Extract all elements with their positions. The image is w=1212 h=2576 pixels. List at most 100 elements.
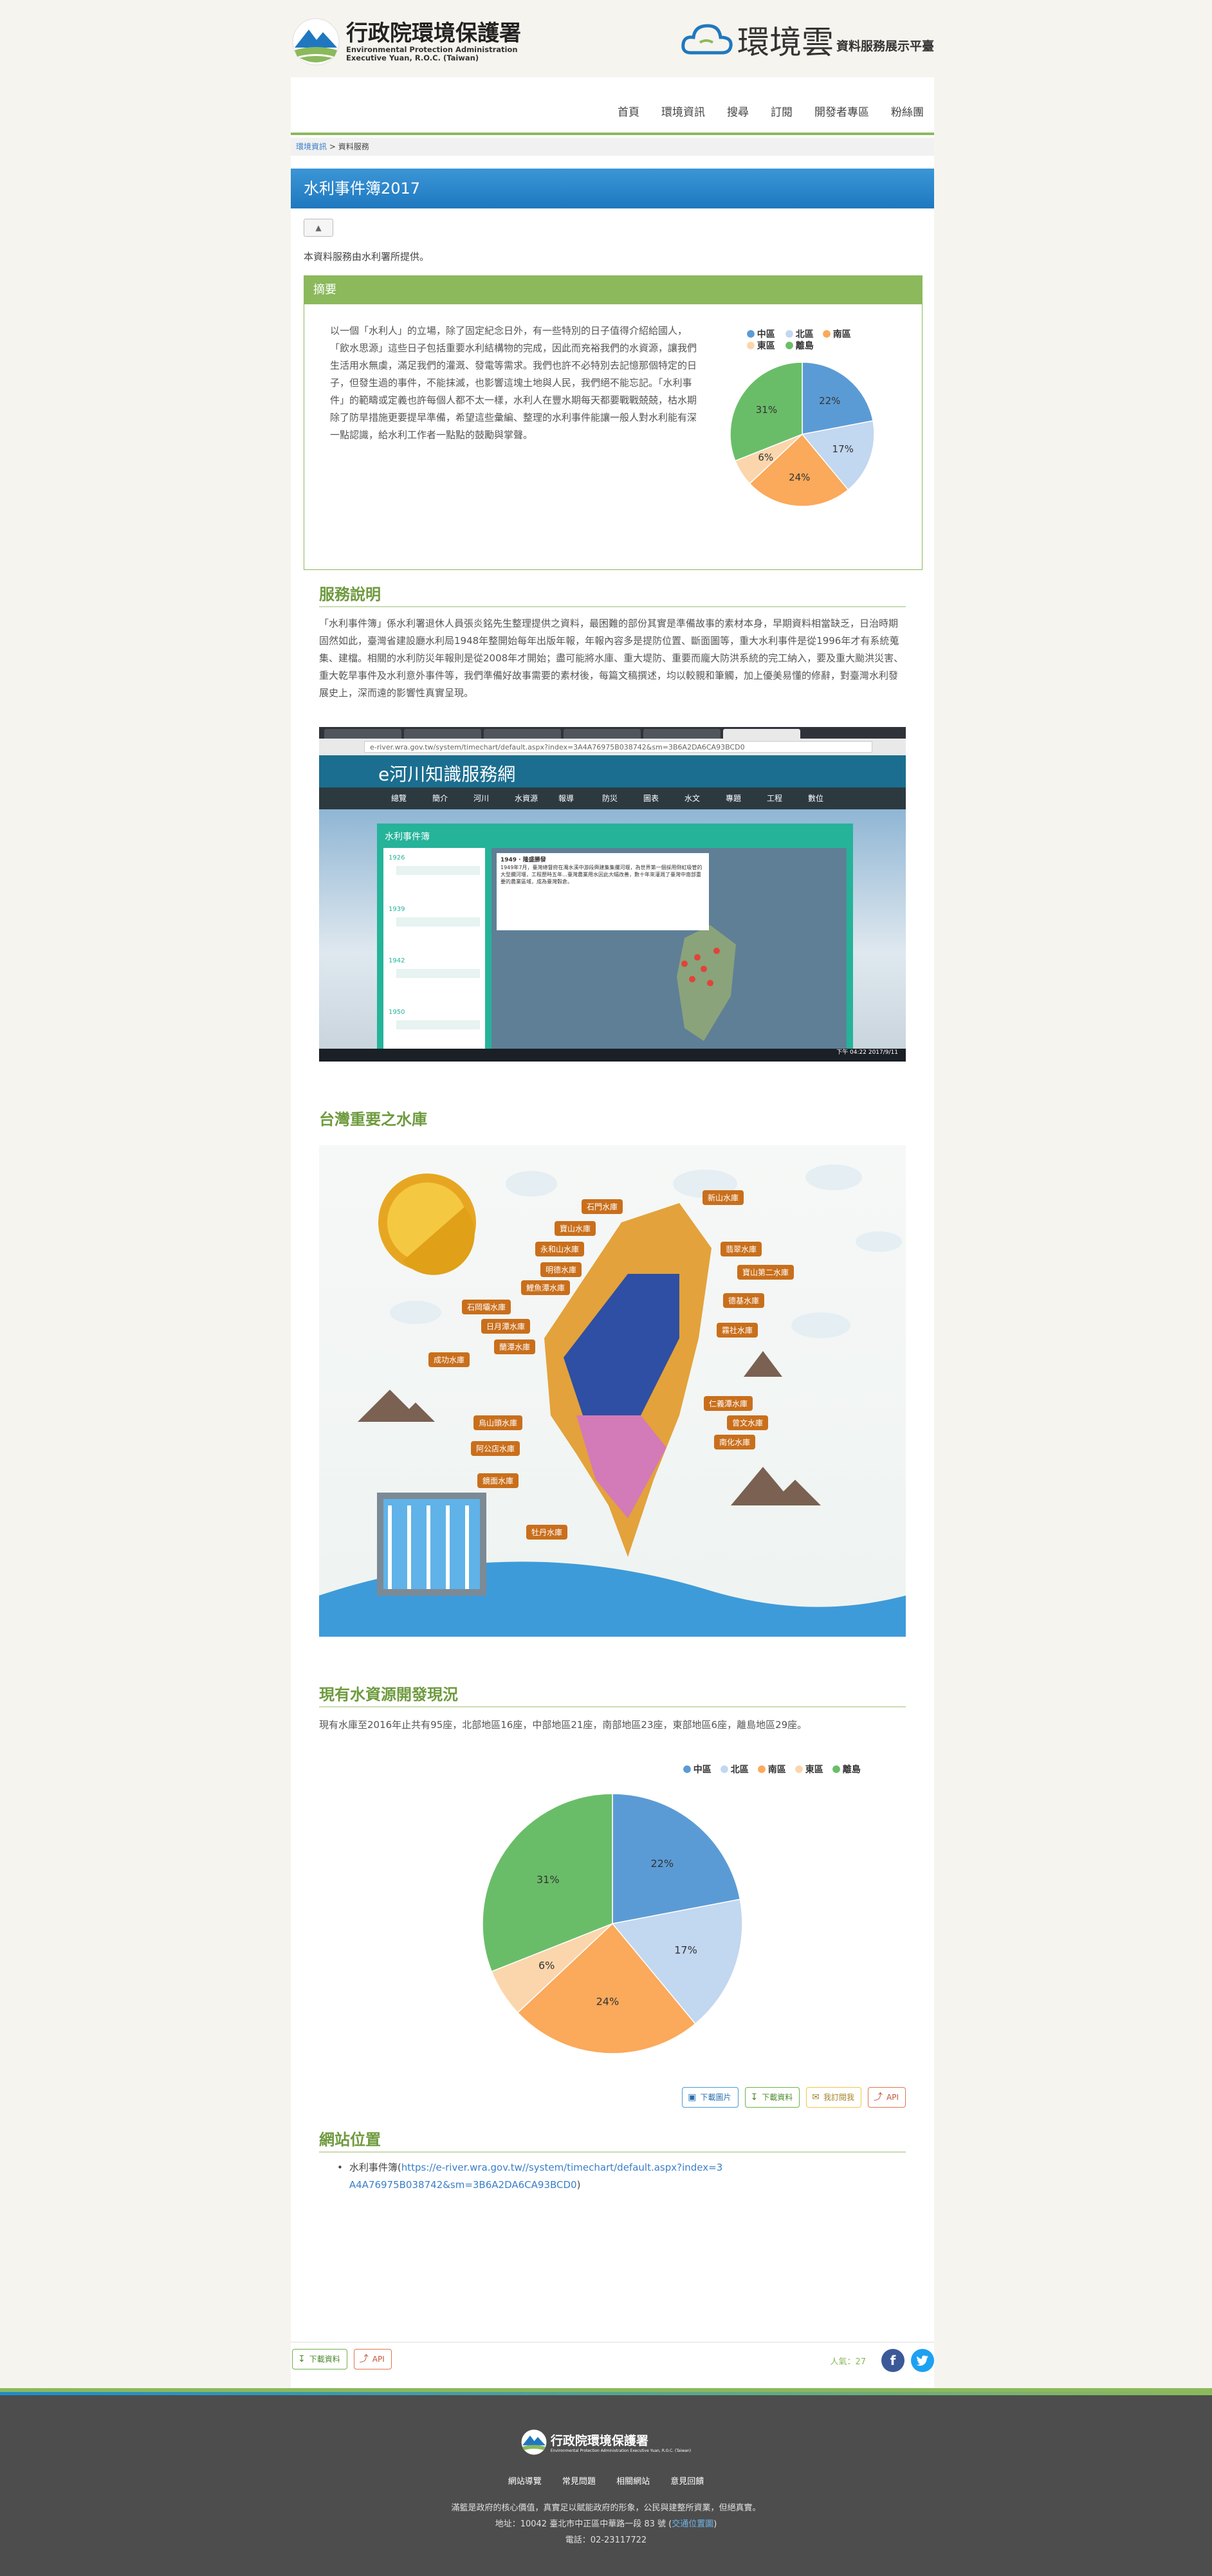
provider-text: 本資料服務由水利署所提供。 xyxy=(304,251,430,262)
page: 行政院環境保護署 Environmental Protection Admini… xyxy=(291,0,934,2388)
nav-fan-page[interactable]: 粉絲團 xyxy=(891,103,924,119)
footer-link-faq[interactable]: 常見問題 xyxy=(562,2477,596,2487)
reservoir-label: 日月潭水庫 xyxy=(481,1319,531,1334)
footer-top-line xyxy=(0,2392,1212,2395)
taiwan-map: 1949 · 隆盛勝發 1949年7月，臺灣總督府在濁水溪中游段興建集集攔河堰，… xyxy=(491,848,847,1049)
footer-address-text: 地址：10042 臺北市中正區中華路一段 83 號 ( xyxy=(495,2519,672,2529)
pie-value-label-4: 31% xyxy=(537,1873,560,1886)
reservoir-label: 霧社水庫 xyxy=(717,1323,758,1338)
e-river-nav-item: 防災 xyxy=(602,794,618,803)
download-data-button[interactable]: ↧ 下載資料 xyxy=(744,2087,800,2108)
footer-logo[interactable]: 行政院環境保護署 Environmental Protection Admini… xyxy=(0,2429,1212,2458)
legend-label-4: 離島 xyxy=(843,1764,861,1775)
api-button[interactable]: ⤴ API xyxy=(868,2087,906,2108)
pie-value-label-4: 31% xyxy=(756,404,777,416)
subscribe-icon: ✉ xyxy=(812,2092,820,2102)
website-list: • 水利事件簿(https://e-river.wra.gov.tw//syst… xyxy=(337,2159,723,2194)
share-area: 人氣：27 f xyxy=(830,2349,934,2372)
site-footer: 行政院環境保護署 Environmental Protection Admini… xyxy=(0,2388,1212,2576)
pie-value-label-1: 17% xyxy=(674,1944,697,1956)
epa-logo[interactable]: 行政院環境保護署 Environmental Protection Admini… xyxy=(292,18,521,66)
website-item: 水利事件簿(https://e-river.wra.gov.tw//system… xyxy=(349,2159,723,2194)
footer-link-related[interactable]: 相關網站 xyxy=(616,2477,650,2487)
website-item-prefix: 水利事件簿( xyxy=(349,2162,401,2173)
website-item-suffix: ) xyxy=(576,2179,581,2191)
environment-cloud-title: 環境雲 xyxy=(737,24,834,61)
e-river-nav-item: 總覽 xyxy=(391,794,407,803)
reservoir-label: 成功水庫 xyxy=(428,1352,470,1367)
nav-home[interactable]: 首頁 xyxy=(618,103,639,119)
bottom-download-data-button[interactable]: ↧ 下載資料 xyxy=(292,2349,347,2369)
legend-marker-0 xyxy=(747,330,755,338)
download-icon: ↧ xyxy=(750,2092,758,2102)
legend-marker-2 xyxy=(758,1765,766,1773)
bottom-api-button[interactable]: ⤴ API xyxy=(353,2349,392,2369)
reservoir-label: 石岡壩水庫 xyxy=(462,1300,511,1314)
e-river-nav-item: 工程 xyxy=(767,794,783,803)
breadcrumb: 環境資訊 > 資料服務 xyxy=(291,138,934,156)
summary-box: 摘要 以一個「水利人」的立場，除了固定紀念日外，有一些特別的日子值得介紹給國人，… xyxy=(304,275,923,570)
download-image-button[interactable]: ▣ 下載圖片 xyxy=(682,2087,739,2108)
breadcrumb-environment-info[interactable]: 環境資訊 xyxy=(296,142,327,151)
pie-value-label-0: 22% xyxy=(650,1857,674,1870)
reservoir-illustration-graphic xyxy=(319,1164,906,1637)
footer-link-sitemap[interactable]: 網站導覽 xyxy=(508,2477,542,2487)
reservoir-label: 翡翠水庫 xyxy=(721,1242,762,1256)
download-data-label: 下載資料 xyxy=(762,2093,793,2102)
nav-environment-info[interactable]: 環境資訊 xyxy=(661,103,705,119)
legend-marker-3 xyxy=(795,1765,803,1773)
subscribe-button[interactable]: ✉ 我訂閱我 xyxy=(806,2087,862,2108)
environment-cloud-logo[interactable]: 環境雲 資料服務展示平臺 xyxy=(681,17,934,63)
reservoir-label: 烏山頭水庫 xyxy=(473,1415,523,1430)
nav-subscribe[interactable]: 訂閱 xyxy=(771,103,793,119)
e-river-nav-item: 數位 xyxy=(808,794,824,803)
legend-label-1: 北區 xyxy=(796,329,814,340)
download-icon: ↧ xyxy=(298,2354,306,2364)
legend-label-1: 北區 xyxy=(731,1765,749,1775)
website-title-divider xyxy=(319,2151,906,2153)
reservoir-label: 鯉魚潭水庫 xyxy=(521,1280,571,1295)
footer-address-suffix: ) xyxy=(713,2519,717,2529)
footer-link-feedback[interactable]: 意見回饋 xyxy=(670,2477,704,2487)
reservoir-label: 阿公店水庫 xyxy=(471,1441,520,1456)
collapse-button[interactable]: ▲ xyxy=(304,219,333,237)
pie-value-label-2: 24% xyxy=(789,472,810,483)
legend-label-0: 中區 xyxy=(757,329,775,340)
api-icon: ⤴ xyxy=(874,2092,883,2102)
twitter-share-icon[interactable] xyxy=(911,2349,934,2372)
summary-pie-chart: 中區 北區 南區東區 離島 22% 17% 24% 6% 31% xyxy=(730,329,875,507)
nav-developer[interactable]: 開發者專區 xyxy=(814,103,869,119)
api-icon: ⤴ xyxy=(359,2354,369,2364)
service-text: 「水利事件簿」係水利署退休人員張炎銘先生整理提供之資料，最困難的部份其實是準備故… xyxy=(319,618,904,699)
reservoir-label: 永和山水庫 xyxy=(535,1242,585,1256)
timeline-year: 1950 xyxy=(389,1009,405,1016)
e-river-nav-item: 報導 xyxy=(558,794,574,803)
epa-logo-title: 行政院環境保護署 xyxy=(346,21,521,46)
subscribe-label: 我訂閱我 xyxy=(823,2093,855,2102)
taskbar-clock: 下午 04:22 2017/9/11 xyxy=(836,1049,898,1056)
legend-marker-1 xyxy=(721,1765,728,1773)
website-title: 網站位置 xyxy=(319,2131,381,2149)
summary-text: 以一個「水利人」的立場，除了固定紀念日外，有一些特別的日子值得介紹給國人，「飲水… xyxy=(330,325,697,441)
main-nav: 首頁 環境資訊 搜尋 訂閱 開發者專區 粉絲團 xyxy=(291,87,934,135)
timeline-list: 1926 1939 1942 1950 xyxy=(383,848,485,1049)
breadcrumb-current: 資料服務 xyxy=(338,142,369,151)
timeline-year: 1939 xyxy=(389,906,405,913)
footer-traffic-map-link[interactable]: 交通位置圖 xyxy=(672,2519,713,2529)
legend-label-3: 東區 xyxy=(805,1764,823,1775)
e-river-logo: e河川知識服務網 xyxy=(378,764,516,785)
reservoir-label: 德基水庫 xyxy=(723,1293,765,1308)
dam-illustration xyxy=(377,1493,486,1596)
reservoir-label: 蘭潭水庫 xyxy=(494,1339,536,1354)
facebook-share-icon[interactable]: f xyxy=(881,2349,904,2372)
e-river-header: e河川知識服務網 xyxy=(319,755,906,787)
service-title-divider xyxy=(319,606,906,607)
reservoir-illustration: 石門水庫 新山水庫 翡翠水庫 寶山水庫 永和山水庫 明德水庫 鯉魚潭水庫 寶山第… xyxy=(319,1145,906,1637)
reservoir-label: 牡丹水庫 xyxy=(526,1525,568,1540)
reservoir-label: 曾文水庫 xyxy=(727,1415,769,1430)
timeline-year: 1926 xyxy=(389,854,405,861)
nav-search[interactable]: 搜尋 xyxy=(727,103,749,119)
website-link[interactable]: https://e-river.wra.gov.tw//system/timec… xyxy=(349,2162,722,2191)
e-river-nav-item: 水文 xyxy=(684,794,701,803)
site-header: 行政院環境保護署 Environmental Protection Admini… xyxy=(291,0,934,77)
